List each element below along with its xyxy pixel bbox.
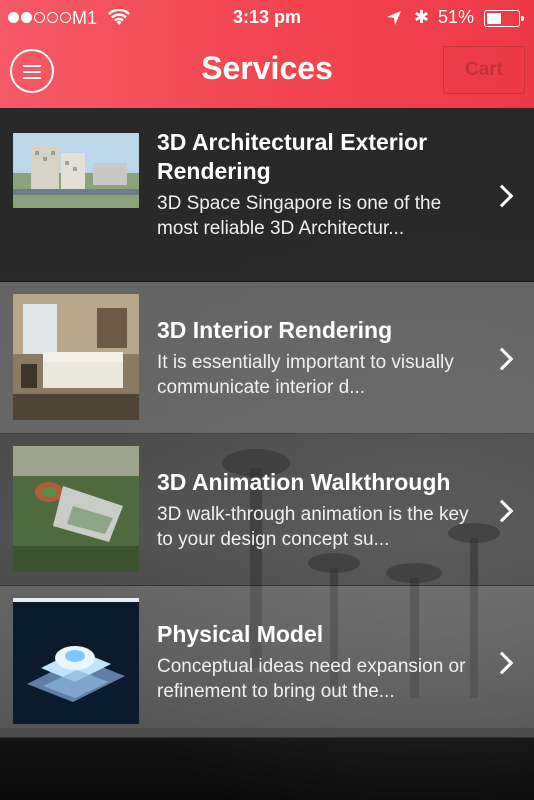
chevron-right-icon (490, 347, 514, 371)
interior-rendering-thumbnail (13, 294, 139, 420)
service-description: It is essentially important to visually … (157, 352, 454, 398)
service-list-item[interactable]: 3D Interior Rendering It is essentially … (0, 282, 534, 434)
service-title: 3D Interior Rendering (157, 317, 393, 343)
location-arrow-icon (387, 11, 401, 25)
service-description: 3D Space Singapore is one of the most re… (157, 193, 442, 239)
exterior-rendering-thumbnail (13, 133, 139, 208)
service-title: 3D Animation Walkthrough (157, 469, 451, 495)
physical-model-thumbnail (13, 598, 139, 724)
service-title: Physical Model (157, 621, 324, 647)
bluetooth-icon: ✱ (414, 7, 430, 27)
battery-icon (484, 10, 524, 27)
chevron-right-icon (490, 499, 514, 523)
chevron-right-icon (490, 184, 514, 208)
battery-percentage: 51% (438, 7, 475, 27)
chevron-right-icon (490, 651, 514, 675)
service-description: Conceptual ideas need expansion or refin… (157, 656, 466, 702)
service-list-item[interactable]: 3D Animation Walkthrough 3D walk-through… (0, 434, 534, 586)
status-bar: M1 3:13 pm ✱ 51% (0, 0, 534, 38)
service-description: 3D walk-through animation is the key to … (157, 504, 469, 550)
service-list-item[interactable]: 3D Architectural Exterior Rendering 3D S… (0, 108, 534, 282)
cart-button[interactable]: Cart (443, 46, 525, 94)
app-header: M1 3:13 pm ✱ 51% Services Cart (0, 0, 534, 108)
service-list-item[interactable]: Physical Model Conceptual ideas need exp… (0, 586, 534, 738)
animation-walkthrough-thumbnail (13, 446, 139, 572)
service-title: 3D Architectural Exterior Rendering (157, 129, 428, 184)
